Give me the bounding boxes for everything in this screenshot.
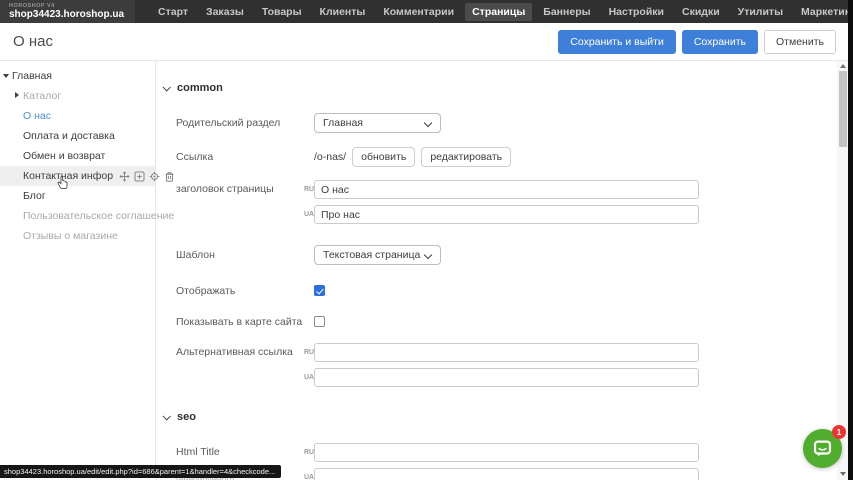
section-common-header[interactable]: common bbox=[157, 81, 837, 95]
field-template: Шаблон Текстовая страница bbox=[157, 245, 837, 265]
section-title: seo bbox=[177, 411, 196, 423]
cancel-button[interactable]: Отменить bbox=[764, 30, 836, 54]
menu-item-settings[interactable]: Настройки bbox=[602, 3, 671, 21]
lang-badge-ru: RU bbox=[304, 180, 311, 199]
menu-item-products[interactable]: Товары bbox=[255, 3, 309, 21]
menu-item-clients[interactable]: Клиенты bbox=[313, 3, 373, 21]
tree-item-kontaktnaya[interactable]: Контактная инфор bbox=[0, 166, 155, 186]
chat-widget-button[interactable]: 1 bbox=[803, 429, 842, 468]
parent-section-select[interactable]: Главная bbox=[314, 113, 441, 133]
tree-item-blog[interactable]: Блог bbox=[0, 186, 155, 206]
pages-tree-sidebar: Главная Каталог О нас Оплата и доставка … bbox=[0, 61, 156, 480]
template-select[interactable]: Текстовая страница bbox=[314, 245, 441, 265]
tree-item-oplata[interactable]: Оплата и доставка bbox=[0, 126, 155, 146]
field-link: Ссылка /o-nas/ обновить редактировать bbox=[157, 147, 837, 167]
page-title-ru-input[interactable] bbox=[314, 180, 699, 199]
top-navigation-bar: HOROSHOP V4 shop34423.horoshop.ua Старт … bbox=[0, 0, 848, 23]
field-label: заголовок страницы bbox=[157, 180, 304, 199]
tree-item-label: Блог bbox=[23, 190, 46, 202]
scroll-up-arrow[interactable] bbox=[837, 61, 848, 71]
settings-icon[interactable] bbox=[149, 171, 160, 182]
tree-item-katalog[interactable]: Каталог bbox=[0, 86, 155, 106]
field-label: Html Title bbox=[157, 443, 304, 462]
chevron-down-icon bbox=[163, 85, 170, 92]
chevron-right-icon[interactable] bbox=[15, 92, 19, 98]
html-title-ua-input[interactable] bbox=[314, 468, 699, 480]
tree-item-otzyvy[interactable]: Отзывы о магазине bbox=[0, 226, 155, 246]
menu-item-banners[interactable]: Баннеры bbox=[536, 3, 597, 21]
menu-item-start[interactable]: Старт bbox=[151, 3, 195, 21]
status-url-tooltip: shop34423.horoshop.ua/edit/edit.php?id=6… bbox=[0, 465, 281, 478]
tree-item-label: Контактная инфор bbox=[23, 170, 113, 182]
menu-item-discounts[interactable]: Скидки bbox=[675, 3, 727, 21]
top-menu: Старт Заказы Товары Клиенты Комментарии … bbox=[151, 0, 853, 23]
chevron-down-icon[interactable] bbox=[3, 74, 9, 78]
link-edit-button[interactable]: редактировать bbox=[421, 147, 511, 167]
scrollbar-thumb[interactable] bbox=[839, 71, 847, 147]
field-label: Показывать в карте сайта bbox=[157, 316, 314, 328]
menu-item-orders[interactable]: Заказы bbox=[199, 3, 251, 21]
page-title: О нас bbox=[13, 33, 53, 50]
move-icon[interactable] bbox=[119, 171, 130, 182]
logo-domain-text: shop34423.horoshop.ua bbox=[9, 9, 124, 20]
field-label: Шаблон bbox=[157, 245, 314, 265]
tree-item-obmen[interactable]: Обмен и возврат bbox=[0, 146, 155, 166]
link-update-button[interactable]: обновить bbox=[352, 147, 415, 167]
html-title-ru-input[interactable] bbox=[314, 443, 699, 462]
screen-edge-strip bbox=[848, 0, 853, 480]
lang-badge-ua: UA bbox=[304, 368, 311, 387]
lang-badge-ru: RU bbox=[304, 343, 311, 362]
scroll-down-arrow[interactable] bbox=[837, 469, 848, 479]
tree-item-label: Оплата и доставка bbox=[23, 130, 115, 142]
tree-item-label: Пользовательское соглашение bbox=[23, 210, 174, 222]
vertical-scrollbar[interactable] bbox=[837, 61, 848, 480]
lang-badge-ua: UA bbox=[304, 205, 311, 224]
alt-link-ru-input[interactable] bbox=[314, 343, 699, 362]
alt-link-ua-input[interactable] bbox=[314, 368, 699, 387]
delete-icon[interactable] bbox=[164, 171, 175, 182]
lang-badge-ru: RU bbox=[304, 443, 311, 462]
field-alt-link: Альтернативная ссылка RU UA bbox=[157, 343, 837, 387]
tree-item-polzovatelskoe[interactable]: Пользовательское соглашение bbox=[0, 206, 155, 226]
save-and-exit-button[interactable]: Сохранить и выйти bbox=[558, 30, 676, 54]
field-parent-section: Родительский раздел Главная bbox=[157, 113, 837, 133]
chat-unread-badge: 1 bbox=[832, 425, 846, 439]
field-label: Альтернативная ссылка bbox=[157, 343, 304, 362]
menu-item-pages[interactable]: Страницы bbox=[465, 3, 532, 21]
link-value: /o-nas/ bbox=[314, 147, 346, 167]
tree-item-label: О нас bbox=[23, 110, 51, 122]
menu-item-marketing[interactable]: Маркетинг bbox=[794, 3, 853, 21]
logo[interactable]: HOROSHOP V4 shop34423.horoshop.ua bbox=[0, 0, 135, 23]
save-button[interactable]: Сохранить bbox=[682, 30, 758, 54]
field-label: Родительский раздел bbox=[157, 113, 314, 133]
section-seo-header[interactable]: seo bbox=[157, 410, 837, 424]
tree-item-label: Отзывы о магазине bbox=[23, 230, 118, 242]
page-header: О нас Сохранить и выйти Сохранить Отмени… bbox=[0, 23, 848, 61]
add-icon[interactable] bbox=[134, 171, 145, 182]
lang-badge-ua: UA bbox=[304, 468, 311, 480]
chat-bubble-icon bbox=[811, 437, 834, 460]
tree-item-label: Обмен и возврат bbox=[23, 150, 105, 162]
field-page-title: заголовок страницы RU UA bbox=[157, 180, 837, 224]
tree-item-label: Главная bbox=[12, 70, 52, 82]
display-checkbox[interactable] bbox=[314, 285, 325, 296]
tree-item-label: Каталог bbox=[23, 90, 61, 102]
field-label: Отображать bbox=[157, 285, 314, 297]
field-label: Ссылка bbox=[157, 147, 314, 167]
tree-item-glavnaya[interactable]: Главная bbox=[0, 66, 155, 86]
tree-item-o-nas[interactable]: О нас bbox=[0, 106, 155, 126]
field-display: Отображать bbox=[157, 285, 837, 297]
page-title-ua-input[interactable] bbox=[314, 205, 699, 224]
chevron-down-icon bbox=[163, 414, 170, 421]
menu-item-comments[interactable]: Комментарии bbox=[376, 3, 461, 21]
sitemap-checkbox[interactable] bbox=[314, 316, 325, 327]
field-sitemap: Показывать в карте сайта bbox=[157, 316, 837, 328]
menu-item-utilities[interactable]: Утилиты bbox=[731, 3, 790, 21]
page-edit-form: common Родительский раздел Главная Ссылк… bbox=[157, 61, 837, 480]
section-title: common bbox=[177, 82, 223, 94]
